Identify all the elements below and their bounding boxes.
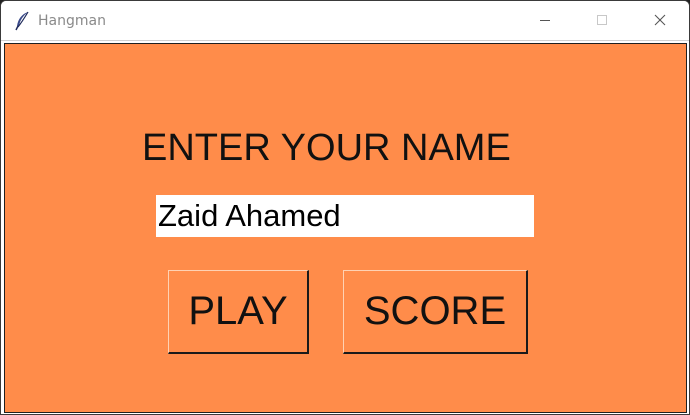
window-title: Hangman [38, 13, 106, 29]
close-icon [654, 14, 666, 26]
app-window: Hangman ENTER YOUR NAME PLAY SCORE [0, 0, 690, 415]
game-panel: ENTER YOUR NAME PLAY SCORE [4, 43, 687, 413]
maximize-icon [597, 15, 607, 25]
title-bar[interactable]: Hangman [1, 1, 689, 41]
score-button[interactable]: SCORE [343, 270, 528, 354]
feather-icon [13, 11, 31, 31]
name-input[interactable] [156, 195, 534, 237]
maximize-button[interactable] [574, 1, 630, 41]
close-button[interactable] [632, 1, 688, 41]
play-button[interactable]: PLAY [168, 270, 309, 354]
minimize-icon [540, 20, 550, 21]
minimize-button[interactable] [517, 1, 573, 41]
enter-name-heading: ENTER YOUR NAME [142, 127, 511, 169]
